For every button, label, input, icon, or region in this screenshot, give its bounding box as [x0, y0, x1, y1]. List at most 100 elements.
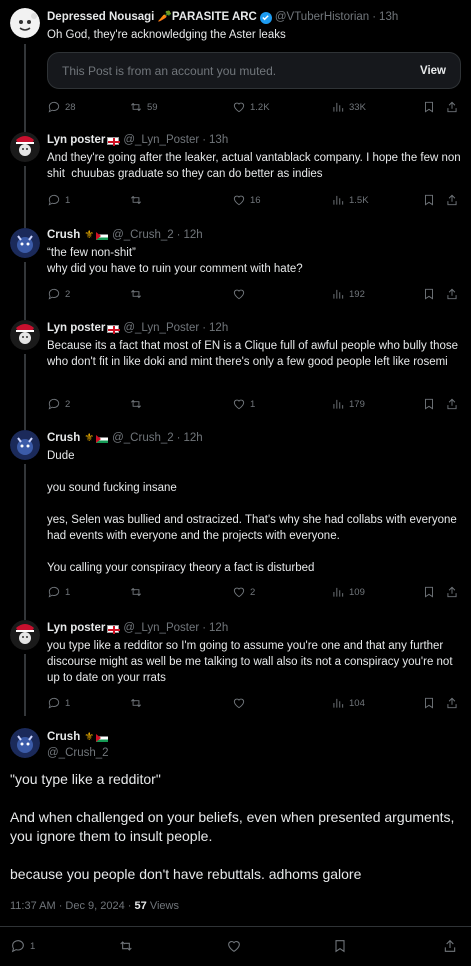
- reply-count: 28: [65, 101, 76, 113]
- like-button[interactable]: [232, 287, 250, 301]
- reply-button[interactable]: 1: [47, 585, 70, 599]
- muted-notice: This Post is from an account you muted. …: [47, 52, 461, 89]
- avatar[interactable]: [10, 728, 40, 758]
- like-button[interactable]: [232, 696, 250, 710]
- display-name[interactable]: Crush: [47, 228, 80, 243]
- share-button[interactable]: [445, 287, 459, 301]
- separator-dot: ·: [202, 622, 207, 634]
- handle[interactable]: @_Crush_2: [47, 746, 109, 761]
- thread: Depressed Nousagi 🥕PARASITE ARC @VTuberH…: [0, 0, 471, 966]
- avatar[interactable]: [10, 8, 40, 38]
- repost-button[interactable]: [129, 585, 147, 599]
- views-button[interactable]: 104: [331, 696, 365, 710]
- share-icon: [445, 585, 459, 599]
- handle[interactable]: @_Crush_2: [112, 228, 174, 243]
- share-button[interactable]: [445, 397, 459, 411]
- muted-notice-text: This Post is from an account you muted.: [62, 63, 277, 78]
- views-button[interactable]: 33K: [331, 100, 366, 114]
- handle[interactable]: @_Lyn_Poster: [123, 621, 199, 636]
- display-name[interactable]: Lyn poster: [47, 621, 105, 636]
- views-button[interactable]: 192: [331, 287, 365, 301]
- share-button[interactable]: [445, 100, 459, 114]
- display-name[interactable]: Lyn poster: [47, 133, 105, 148]
- reply-icon: [47, 585, 61, 599]
- bookmark-button[interactable]: [422, 397, 436, 411]
- reply-icon: [10, 938, 26, 954]
- share-button[interactable]: [442, 938, 458, 954]
- repost-button[interactable]: [129, 193, 147, 207]
- thread-line: [24, 122, 26, 132]
- repost-button[interactable]: [129, 397, 147, 411]
- handle[interactable]: @_Lyn_Poster: [123, 133, 199, 148]
- view-count: 104: [349, 697, 365, 709]
- avatar-col: [10, 132, 40, 162]
- avatar[interactable]: [10, 132, 40, 162]
- share-icon: [445, 397, 459, 411]
- timestamp[interactable]: 12h: [209, 621, 228, 636]
- bookmark-icon: [422, 193, 436, 207]
- display-name[interactable]: Crush: [47, 431, 80, 446]
- timestamp[interactable]: 13h: [379, 10, 398, 25]
- views-label: Views: [146, 900, 179, 912]
- thread-line: [24, 464, 26, 616]
- bookmark-button[interactable]: [422, 287, 436, 301]
- display-name[interactable]: Depressed Nousagi 🥕PARASITE ARC: [47, 10, 257, 25]
- handle[interactable]: @_Lyn_Poster: [123, 321, 199, 336]
- avatar[interactable]: [10, 228, 40, 258]
- tweet-3[interactable]: Crush ⚜ @_Crush_2 · 12h “the few non-shi…: [0, 222, 471, 316]
- analytics-icon: [331, 397, 345, 411]
- reply-button[interactable]: 28: [47, 100, 76, 114]
- post-timestamp[interactable]: 11:37 AM · Dec 9, 2024 ·: [10, 900, 135, 912]
- tweet-4[interactable]: Lyn poster @_Lyn_Poster · 12h Because it…: [0, 316, 471, 426]
- views-count: 57: [134, 900, 147, 912]
- reply-button[interactable]: 2: [47, 287, 70, 301]
- tweet-1[interactable]: Depressed Nousagi 🥕PARASITE ARC @VTuberH…: [0, 0, 471, 122]
- repost-button[interactable]: [118, 938, 134, 954]
- bookmark-button[interactable]: [332, 938, 348, 954]
- handle[interactable]: @_Crush_2: [112, 431, 174, 446]
- like-button[interactable]: 2: [232, 585, 255, 599]
- reply-button[interactable]: 2: [47, 397, 70, 411]
- like-button[interactable]: 1: [232, 397, 255, 411]
- avatar[interactable]: [10, 620, 40, 650]
- bookmark-button[interactable]: [422, 100, 436, 114]
- reply-button[interactable]: 1: [47, 193, 70, 207]
- view-button[interactable]: View: [420, 65, 446, 77]
- fleur-de-lis-icon: ⚜: [84, 432, 95, 444]
- avatar[interactable]: [10, 430, 40, 460]
- like-button[interactable]: 16: [232, 193, 261, 207]
- share-button[interactable]: [445, 585, 459, 599]
- bookmark-button[interactable]: [422, 193, 436, 207]
- views-button[interactable]: 109: [331, 585, 365, 599]
- analytics-icon: [331, 696, 345, 710]
- like-button[interactable]: [226, 938, 242, 954]
- views-button[interactable]: 1.5K: [331, 193, 369, 207]
- reply-button[interactable]: 1: [10, 938, 35, 954]
- tweet-2[interactable]: Lyn poster @_Lyn_Poster · 13h And they'r…: [0, 122, 471, 222]
- timestamp[interactable]: 12h: [209, 321, 228, 336]
- views-button[interactable]: 179: [331, 397, 365, 411]
- timestamp[interactable]: 13h: [209, 133, 228, 148]
- tweet-text: you type like a redditor so I'm going to…: [47, 640, 456, 684]
- repost-button[interactable]: [129, 287, 147, 301]
- bookmark-button[interactable]: [422, 585, 436, 599]
- share-button[interactable]: [445, 193, 459, 207]
- timestamp[interactable]: 12h: [184, 228, 203, 243]
- reply-button[interactable]: 1: [47, 696, 70, 710]
- share-button[interactable]: [445, 696, 459, 710]
- tweet-6[interactable]: Lyn poster @_Lyn_Poster · 12h you type l…: [0, 616, 471, 716]
- tweet-5[interactable]: Crush ⚜ @_Crush_2 · 12h Dude you sound f…: [0, 426, 471, 616]
- repost-button[interactable]: 59: [129, 100, 158, 114]
- display-name[interactable]: Crush: [47, 730, 80, 745]
- share-icon: [445, 287, 459, 301]
- handle[interactable]: @VTuberHistorian: [275, 10, 369, 25]
- timestamp[interactable]: 12h: [184, 431, 203, 446]
- like-button[interactable]: 1.2K: [232, 100, 270, 114]
- heart-icon: [226, 938, 242, 954]
- bookmark-button[interactable]: [422, 696, 436, 710]
- repost-button[interactable]: [129, 696, 147, 710]
- reply-icon: [47, 397, 61, 411]
- avatar[interactable]: [10, 320, 40, 350]
- view-count: 109: [349, 586, 365, 598]
- display-name[interactable]: Lyn poster: [47, 321, 105, 336]
